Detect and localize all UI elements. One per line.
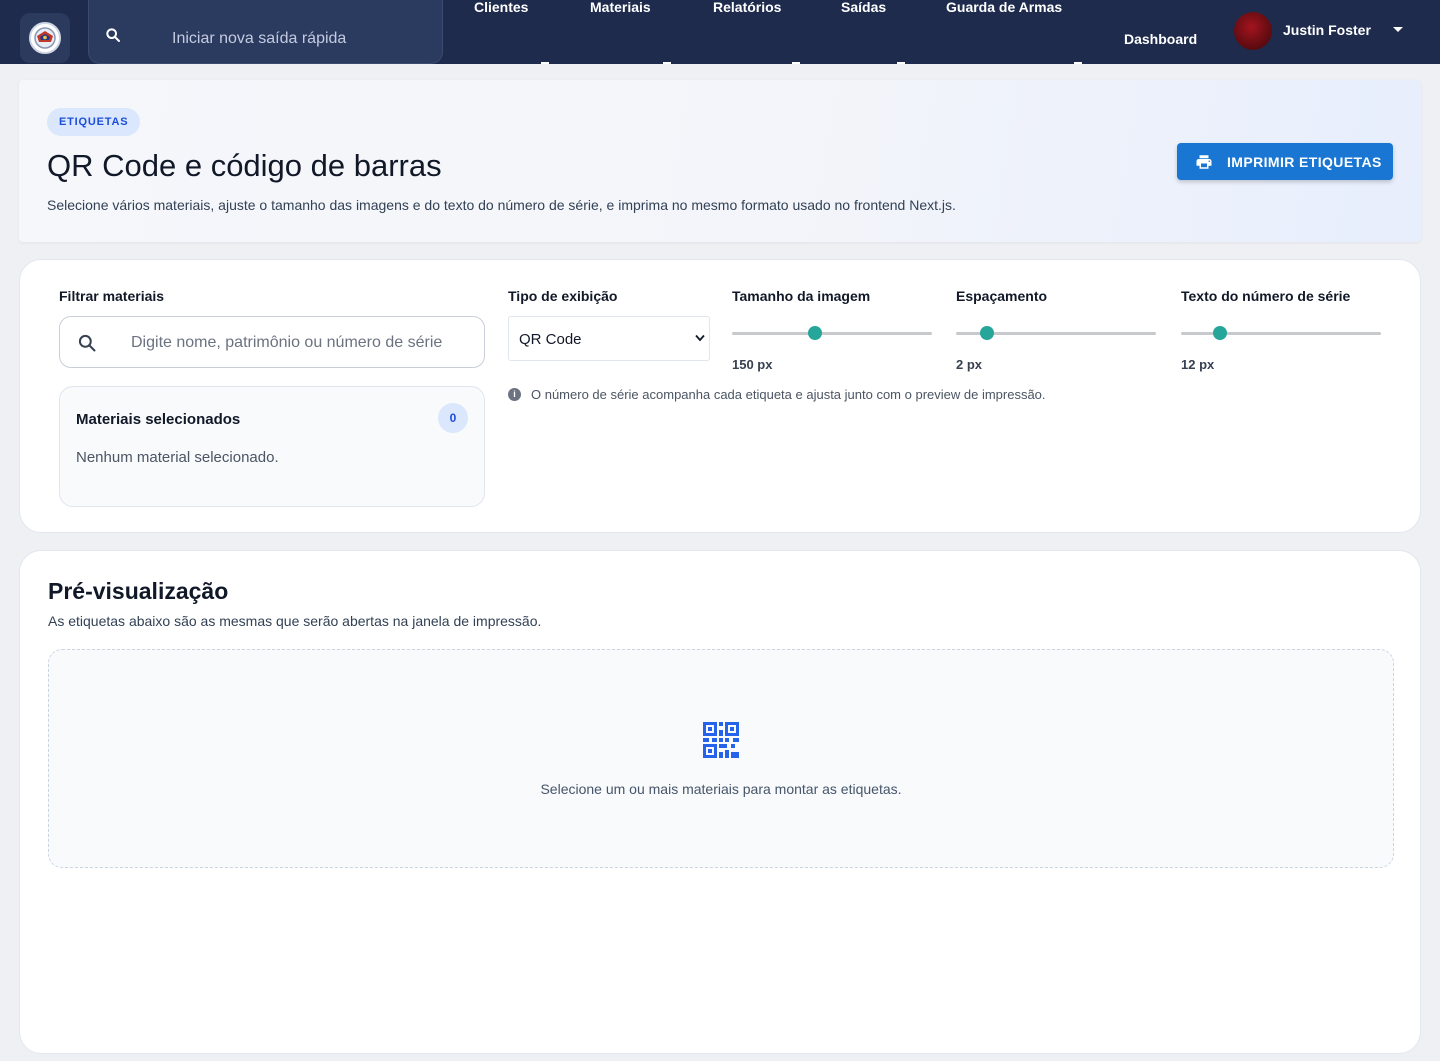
- quick-exit-search[interactable]: Iniciar nova saída rápida: [88, 0, 443, 64]
- search-icon: [106, 28, 120, 42]
- nav-saidas[interactable]: Saídas: [841, 0, 886, 15]
- spacing-thumb[interactable]: [980, 326, 995, 340]
- material-search-input[interactable]: Digite nome, patrimônio ou número de sér…: [59, 316, 485, 368]
- printer-icon: [1196, 154, 1212, 169]
- filter-panel: Filtrar materiais Digite nome, patrimôni…: [19, 259, 1421, 533]
- image-size-track: [732, 332, 932, 335]
- page-header: ETIQUETAS QR Code e código de barras Sel…: [19, 80, 1421, 242]
- image-size-value: 150 px: [732, 357, 773, 372]
- app-logo[interactable]: [20, 13, 70, 63]
- caret-down-icon[interactable]: [1393, 27, 1403, 32]
- avatar[interactable]: [1234, 12, 1272, 50]
- print-labels-button[interactable]: IMPRIMIR ETIQUETAS: [1177, 143, 1393, 180]
- display-type-select[interactable]: QR Code: [508, 316, 710, 361]
- nav-clientes[interactable]: Clientes: [474, 0, 528, 15]
- selected-count-badge: 0: [438, 403, 468, 433]
- page-subtitle: Selecione vários materiais, ajuste o tam…: [47, 197, 956, 213]
- selected-materials-title: Materiais selecionados: [76, 411, 241, 428]
- serial-info-text: O número de série acompanha cada etiquet…: [531, 387, 1046, 402]
- image-size-slider[interactable]: [732, 325, 932, 341]
- serial-info-note: i O número de série acompanha cada etiqu…: [508, 387, 1046, 402]
- section-chip: ETIQUETAS: [47, 108, 141, 136]
- nav-guarda-indicator: [1074, 62, 1082, 64]
- top-bar: Iniciar nova saída rápida Clientes Mater…: [0, 0, 1440, 64]
- image-size-thumb[interactable]: [808, 326, 823, 340]
- filter-label: Filtrar materiais: [59, 288, 165, 304]
- nav-saidas-indicator: [897, 62, 905, 64]
- nav-clientes-indicator: [541, 62, 549, 64]
- info-icon: i: [508, 388, 521, 401]
- display-type-label: Tipo de exibição: [508, 288, 618, 304]
- search-placeholder: Digite nome, patrimônio ou número de sér…: [131, 334, 443, 351]
- preview-panel: Pré-visualização As etiquetas abaixo são…: [19, 550, 1421, 1054]
- user-name[interactable]: Justin Foster: [1283, 22, 1371, 38]
- search-icon: [78, 334, 96, 352]
- spacing-label: Espaçamento: [956, 288, 1048, 304]
- preview-empty-text: Selecione um ou mais materiais para mont…: [540, 781, 902, 797]
- serial-text-label: Texto do número de série: [1181, 288, 1351, 304]
- quick-search-placeholder: Iniciar nova saída rápida: [172, 30, 347, 47]
- image-size-label: Tamanho da imagem: [732, 288, 871, 304]
- page-title: QR Code e código de barras: [47, 148, 442, 183]
- nav-relatorios-indicator: [792, 62, 800, 64]
- nav-guarda-de-armas[interactable]: Guarda de Armas: [946, 0, 1062, 15]
- selected-empty-text: Nenhum material selecionado.: [76, 449, 279, 466]
- spacing-slider[interactable]: [956, 325, 1156, 341]
- nav-materiais-indicator: [663, 62, 671, 64]
- serial-text-thumb[interactable]: [1212, 326, 1227, 340]
- nav-dashboard[interactable]: Dashboard: [1124, 31, 1197, 47]
- chevron-down-icon: [695, 334, 705, 342]
- preview-subtitle: As etiquetas abaixo são as mesmas que se…: [48, 613, 542, 629]
- selected-materials-box: Materiais selecionados 0 Nenhum material…: [59, 386, 485, 507]
- spacing-value: 2 px: [956, 357, 983, 372]
- serial-text-slider[interactable]: [1181, 325, 1381, 341]
- qr-code-icon: [703, 722, 739, 758]
- preview-area: Selecione um ou mais materiais para mont…: [48, 649, 1394, 868]
- nav-materiais[interactable]: Materiais: [590, 0, 651, 15]
- serial-text-track: [1181, 332, 1381, 335]
- badge-logo-icon: [29, 22, 61, 54]
- print-labels-label: IMPRIMIR ETIQUETAS: [1227, 153, 1382, 170]
- preview-title: Pré-visualização: [48, 578, 229, 604]
- nav-relatorios[interactable]: Relatórios: [713, 0, 781, 15]
- serial-text-value: 12 px: [1181, 357, 1215, 372]
- display-type-value: QR Code: [519, 331, 582, 348]
